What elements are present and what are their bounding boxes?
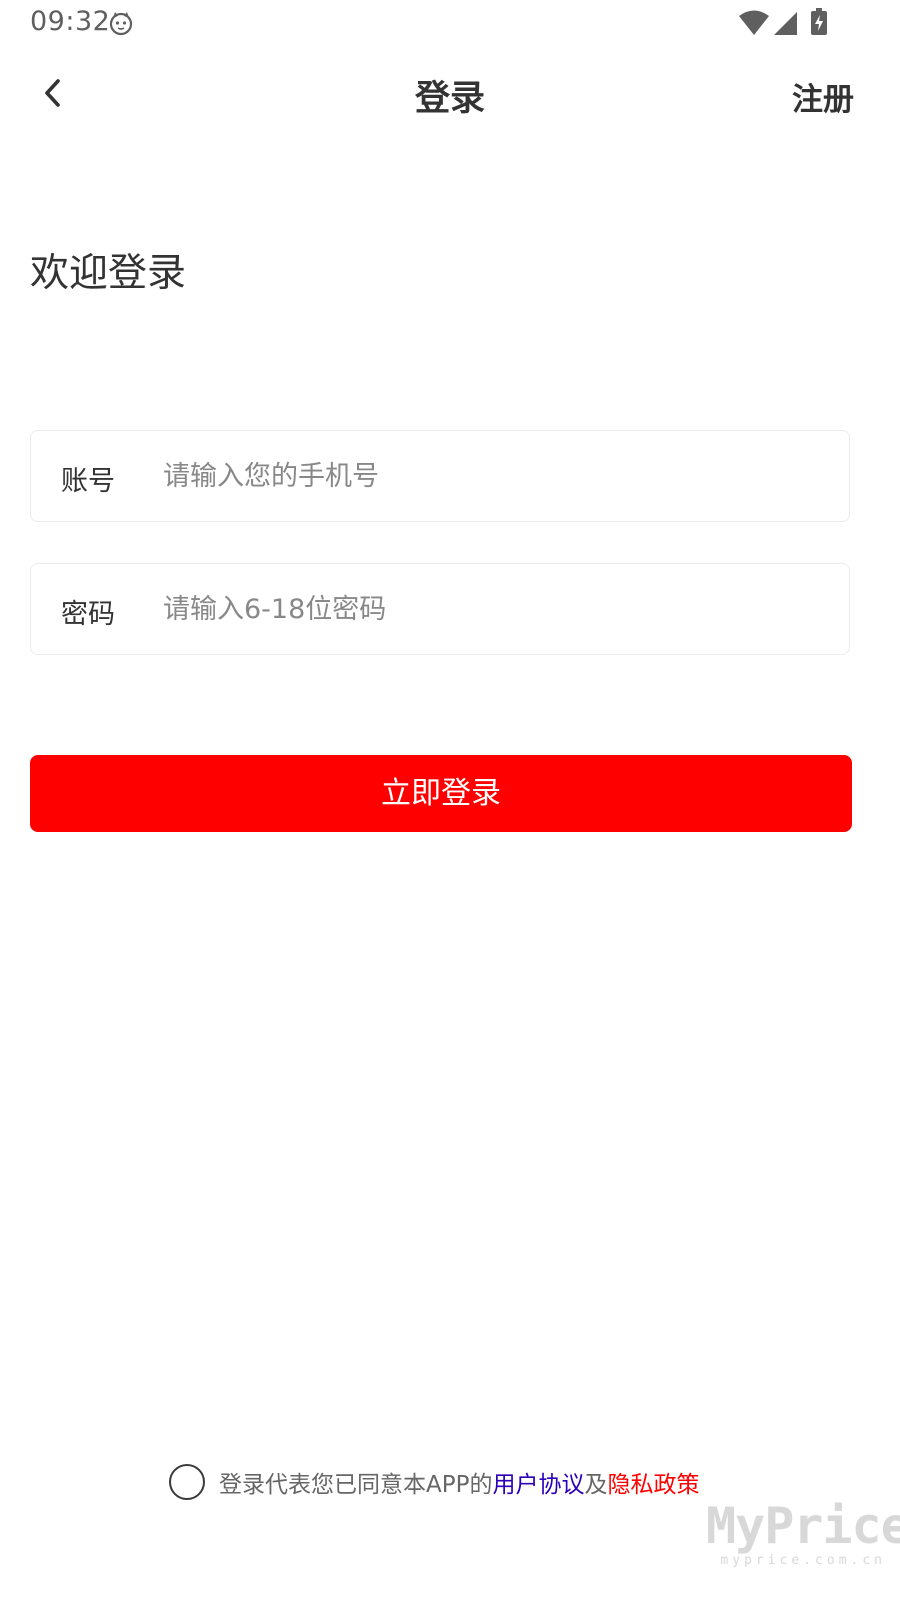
- agreement-prefix: 登录代表您已同意本APP的: [219, 1472, 493, 1498]
- page-title: 登录: [414, 79, 485, 119]
- user-agreement-link[interactable]: 用户协议: [492, 1465, 584, 1499]
- register-button[interactable]: 注册: [792, 74, 854, 119]
- welcome-heading: 欢迎登录: [30, 251, 187, 296]
- watermark: MyPrice myprice.com.cn: [706, 1497, 900, 1568]
- agreement-row: 登录代表您已同意本APP的 用户协议 及 隐私政策: [169, 1461, 699, 1503]
- account-input[interactable]: [163, 453, 823, 499]
- status-time: 09:32: [30, 6, 111, 37]
- wifi-icon: [738, 10, 770, 36]
- password-input[interactable]: [163, 586, 823, 632]
- battery-charging-icon: [810, 8, 828, 36]
- watermark-logo: MyPrice: [706, 1497, 900, 1555]
- signal-icon: [772, 10, 798, 36]
- agree-checkbox[interactable]: [169, 1464, 205, 1500]
- login-button[interactable]: 立即登录: [30, 755, 852, 832]
- header: 登录 注册: [0, 60, 900, 130]
- status-bar: 09:32: [0, 0, 900, 46]
- account-label: 账号: [61, 466, 115, 497]
- agreement-and: 及: [584, 1472, 608, 1498]
- cat-icon: [108, 10, 134, 36]
- watermark-url: myprice.com.cn: [720, 1553, 886, 1568]
- account-field: 账号: [30, 430, 850, 522]
- password-label: 密码: [61, 599, 115, 630]
- login-page: 09:32 登录 注册 欢迎登录 账号 请输入您的手机号 密码 立即登录 登录代…: [0, 0, 900, 1600]
- password-field: 密码: [30, 563, 850, 655]
- privacy-policy-link[interactable]: 隐私政策: [607, 1465, 699, 1499]
